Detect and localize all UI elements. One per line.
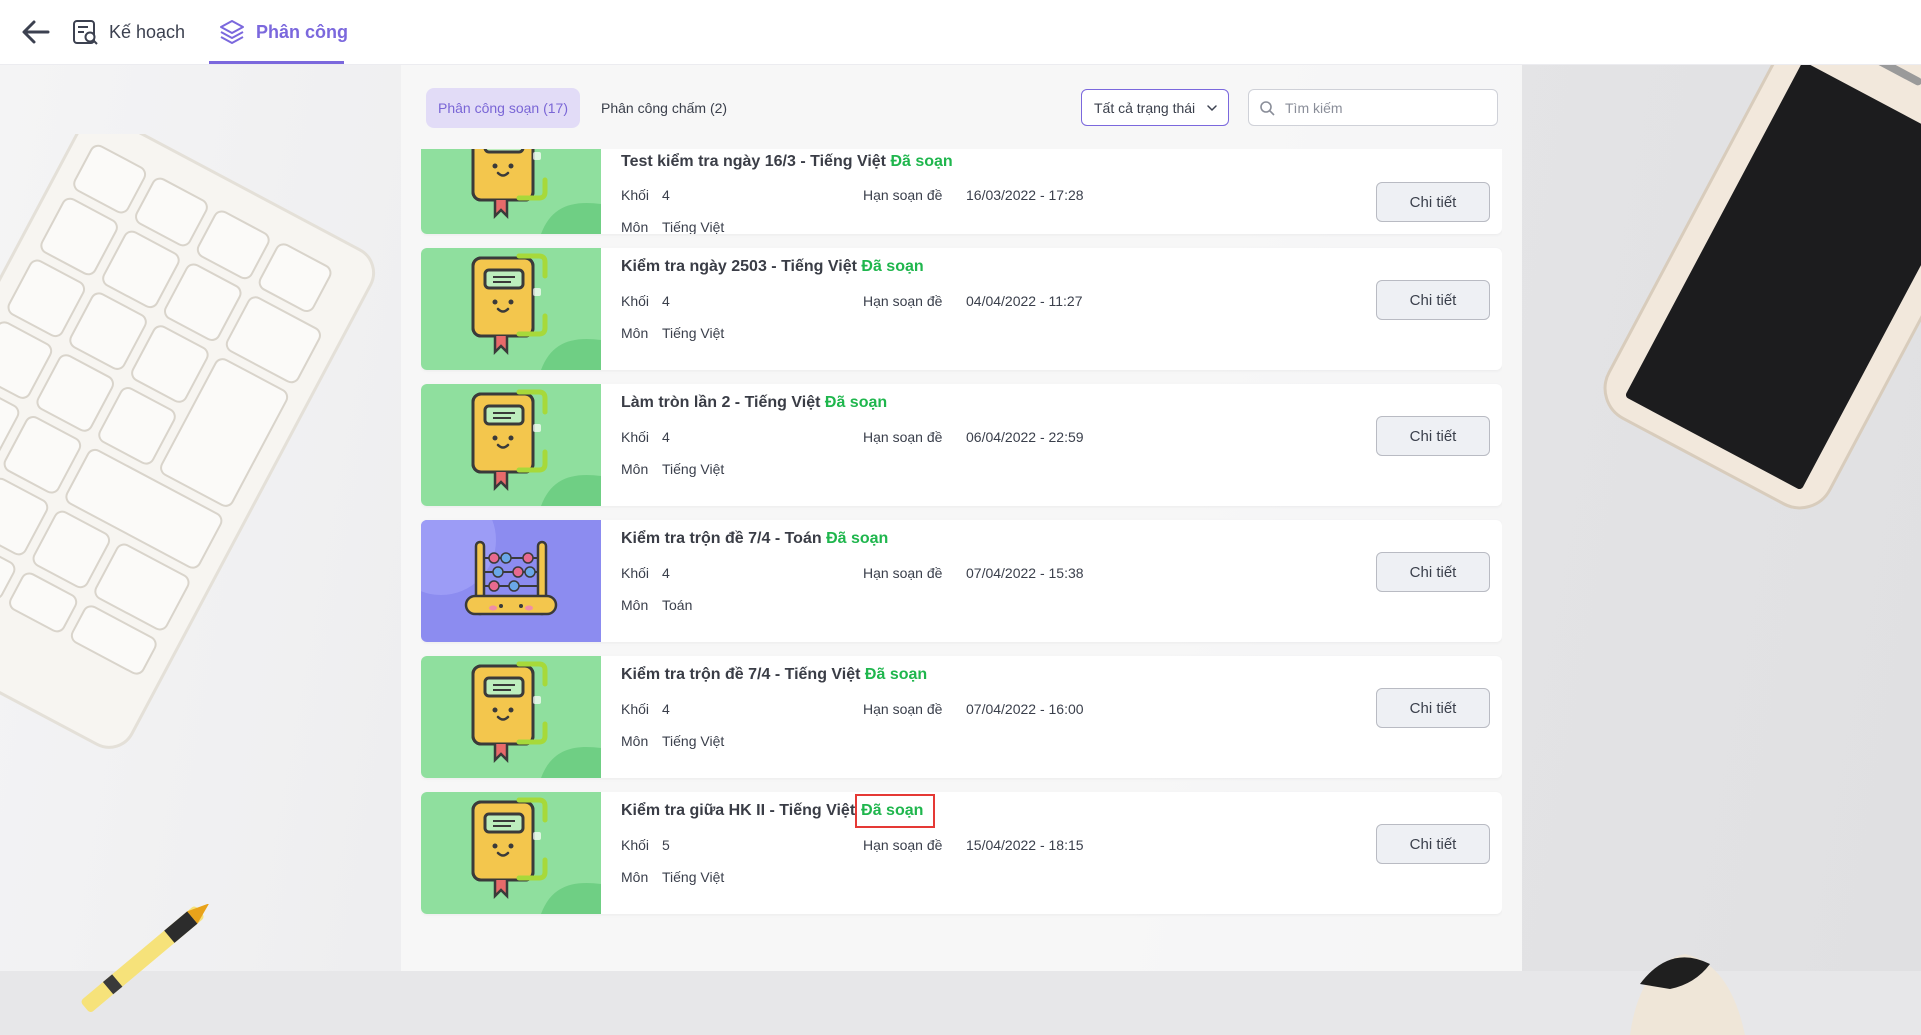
assignment-title: Kiểm tra giữa HK II - Tiếng Việt Đã soạn — [621, 794, 936, 828]
detail-button[interactable]: Chi tiết — [1376, 552, 1490, 592]
search-icon — [1260, 101, 1275, 116]
assignment-title: Kiểm tra trộn đề 7/4 - Toán Đã soạn — [621, 530, 889, 547]
status-label: Đã soạn — [826, 530, 889, 547]
grade-label: Khối — [621, 701, 650, 717]
assignment-title: Kiểm tra trộn đề 7/4 - Tiếng Việt Đã soạ… — [621, 666, 928, 683]
book-icon — [421, 384, 601, 506]
keyboard-illustration — [0, 134, 376, 749]
back-button[interactable] — [20, 17, 52, 47]
assignment-card: Làm tròn lần 2 - Tiếng Việt Đã soạn Khối… — [421, 384, 1502, 506]
arrow-left-icon — [22, 20, 50, 44]
grade-value: 4 — [662, 565, 670, 581]
book-icon — [421, 656, 601, 778]
assignment-title: Test kiểm tra ngày 16/3 - Tiếng Việt Đã … — [621, 153, 953, 170]
subject-label: Môn — [621, 733, 649, 749]
nav-tab-label: Phân công — [256, 21, 349, 42]
grade-label: Khối — [621, 293, 650, 309]
grade-value: 4 — [662, 701, 670, 717]
deadline-value: 07/04/2022 - 15:38 — [966, 565, 1084, 581]
detail-button[interactable]: Chi tiết — [1376, 182, 1490, 222]
detail-button[interactable]: Chi tiết — [1376, 416, 1490, 456]
search-box — [1248, 89, 1498, 126]
deadline-label: Hạn soạn đề — [863, 293, 943, 309]
top-navigation-bar: Kế hoạch Phân công — [0, 0, 1921, 65]
grade-label: Khối — [621, 837, 650, 853]
deadline-label: Hạn soạn đề — [863, 837, 943, 853]
detail-button[interactable]: Chi tiết — [1376, 688, 1490, 728]
assignment-title: Kiểm tra ngày 2503 - Tiếng Việt Đã soạn — [621, 258, 924, 275]
book-icon — [421, 149, 601, 234]
status-label: Đã soạn — [824, 394, 888, 411]
deadline-label: Hạn soạn đề — [863, 187, 943, 203]
assignment-toolbar: Phân công soạn (17) Phân công chấm (2) T… — [401, 64, 1522, 149]
grade-value: 5 — [662, 837, 670, 853]
abacus-icon — [421, 520, 601, 642]
tab-phan-cong-cham[interactable]: Phân công chấm (2) — [589, 88, 739, 128]
grade-label: Khối — [621, 565, 650, 581]
deadline-label: Hạn soạn đề — [863, 565, 943, 581]
search-input[interactable] — [1283, 98, 1487, 117]
status-filter-value: Tất cả trạng thái — [1094, 99, 1196, 116]
subject-value: Toán — [662, 597, 693, 613]
deadline-value: 04/04/2022 - 11:27 — [966, 293, 1083, 309]
layers-icon — [218, 18, 246, 46]
assignment-panel: Phân công soạn (17) Phân công chấm (2) T… — [401, 64, 1522, 971]
pen-illustration — [81, 904, 210, 1012]
status-label: Đã soạn — [864, 666, 928, 683]
grade-value: 4 — [662, 187, 670, 203]
nav-tab-phan-cong[interactable]: Phân công — [218, 0, 348, 64]
deadline-label: Hạn soạn đề — [863, 701, 943, 717]
status-label: Đã soạn — [890, 153, 953, 170]
deadline-value: 06/04/2022 - 22:59 — [966, 429, 1084, 445]
subject-label: Môn — [621, 461, 649, 477]
status-label: Đã soạn — [861, 802, 924, 819]
assignment-card: Test kiểm tra ngày 16/3 - Tiếng Việt Đã … — [421, 149, 1502, 234]
plan-list-icon — [71, 18, 99, 46]
detail-button[interactable]: Chi tiết — [1376, 824, 1490, 864]
assignment-card: Kiểm tra trộn đề 7/4 - Toán Đã soạn Khối… — [421, 520, 1502, 642]
assignment-card: Kiểm tra ngày 2503 - Tiếng Việt Đã soạn … — [421, 248, 1502, 370]
status-highlight-box: Đã soạn — [855, 794, 936, 828]
grade-value: 4 — [662, 429, 670, 445]
subject-value: Tiếng Việt — [662, 869, 725, 885]
assignment-card: Kiểm tra trộn đề 7/4 - Tiếng Việt Đã soạ… — [421, 656, 1502, 778]
subject-value: Tiếng Việt — [662, 325, 725, 341]
nav-tab-ke-hoach[interactable]: Kế hoạch — [71, 0, 185, 64]
deadline-label: Hạn soạn đề — [863, 429, 943, 445]
subject-label: Môn — [621, 869, 649, 885]
subject-value: Tiếng Việt — [662, 461, 725, 477]
status-label: Đã soạn — [861, 258, 924, 275]
deadline-value: 07/04/2022 - 16:00 — [966, 701, 1084, 717]
nav-tab-label: Kế hoạch — [109, 21, 186, 42]
deadline-value: 16/03/2022 - 17:28 — [966, 187, 1084, 203]
subject-value: Tiếng Việt — [662, 219, 725, 234]
tab-label: Phân công soạn (17) — [438, 100, 568, 116]
book-icon — [421, 792, 601, 914]
subject-value: Tiếng Việt — [662, 733, 725, 749]
plush-toy-illustration — [1630, 954, 1745, 1035]
book-icon — [421, 248, 601, 370]
tab-phan-cong-soan[interactable]: Phân công soạn (17) — [426, 88, 580, 128]
phone-illustration — [1603, 64, 1921, 510]
chevron-down-icon — [1207, 105, 1217, 112]
assignment-list: Test kiểm tra ngày 16/3 - Tiếng Việt Đã … — [421, 149, 1502, 971]
grade-label: Khối — [621, 187, 650, 203]
subject-label: Môn — [621, 597, 649, 613]
status-filter-dropdown[interactable]: Tất cả trạng thái — [1081, 89, 1229, 126]
tab-label: Phân công chấm (2) — [601, 100, 728, 116]
active-tab-indicator — [209, 61, 344, 64]
grade-label: Khối — [621, 429, 650, 445]
detail-button[interactable]: Chi tiết — [1376, 280, 1490, 320]
assignment-card: Kiểm tra giữa HK II - Tiếng Việt Đã soạn … — [421, 792, 1502, 914]
grade-value: 4 — [662, 293, 670, 309]
assignment-title: Làm tròn lần 2 - Tiếng Việt Đã soạn — [621, 394, 888, 411]
subject-label: Môn — [621, 219, 649, 234]
deadline-value: 15/04/2022 - 18:15 — [966, 837, 1084, 853]
subject-label: Môn — [621, 325, 649, 341]
